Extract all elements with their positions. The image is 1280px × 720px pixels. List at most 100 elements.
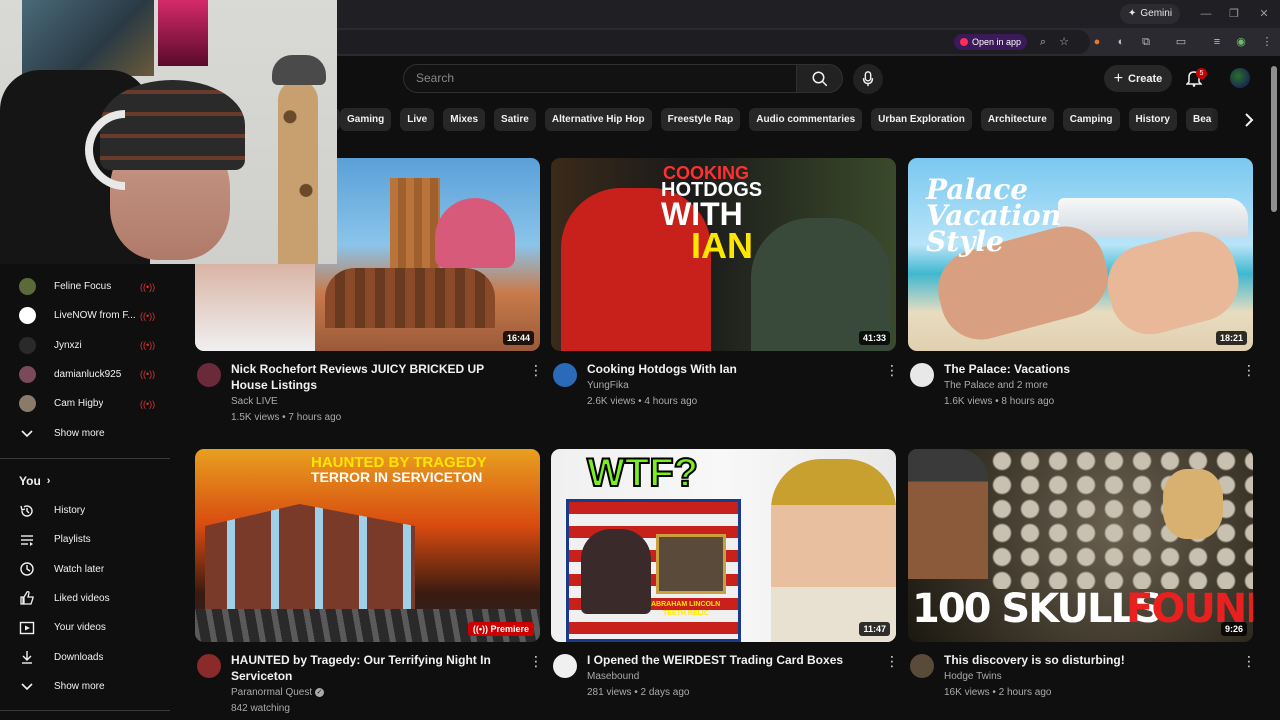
chip-freestyle-rap[interactable]: Freestyle Rap <box>660 108 741 131</box>
channel-name[interactable]: The Palace and 2 more <box>944 379 1048 393</box>
chip-gaming[interactable]: Gaming <box>340 108 392 131</box>
gemini-label: Gemini <box>1140 8 1173 19</box>
channel-name[interactable]: Hodge Twins <box>944 670 1002 684</box>
chip-mixes[interactable]: Mixes <box>443 108 486 131</box>
video-title[interactable]: Nick Rochefort Reviews JUICY BRICKED UP … <box>231 361 521 393</box>
live-icon: ((•)) <box>140 340 156 351</box>
video-title[interactable]: HAUNTED by Tragedy: Our Terrifying Night… <box>231 652 521 684</box>
media-controls-icon[interactable]: ≡ <box>1208 33 1226 51</box>
channel-name[interactable]: Paranormal Quest ✓ <box>231 686 324 700</box>
subscription-name: Feline Focus <box>54 281 112 292</box>
webcam-poster <box>158 0 208 66</box>
bookmark-star-icon[interactable]: ☆ <box>1055 33 1073 51</box>
subscription-name: Cam Higby <box>54 398 104 410</box>
subscription-item[interactable]: Feline Focus ((•)) <box>0 272 170 301</box>
video-stats: 2.6K views • 4 hours ago <box>587 396 698 407</box>
extension-fox-icon[interactable]: ● <box>1088 33 1106 51</box>
video-duration: 16:44 <box>502 331 534 345</box>
video-thumbnail[interactable]: 100 SKULLS FOUND! 9:26 <box>908 449 1253 642</box>
gemini-button[interactable]: ✦ Gemini <box>1120 4 1181 24</box>
sidebar-item-history[interactable]: History <box>0 496 170 525</box>
sidebar-item-your-videos[interactable]: Your videos <box>0 613 170 642</box>
restore-icon[interactable]: ❐ <box>1224 4 1244 24</box>
chip-history[interactable]: History <box>1128 108 1177 131</box>
channel-avatar[interactable] <box>553 363 577 387</box>
show-more-subscriptions[interactable]: Show more <box>0 419 170 448</box>
webcam-overlay <box>0 0 337 264</box>
video-thumbnail[interactable]: WTF? ABRAHAM LINCOLN TEETH RELIC 11:47 <box>551 449 896 642</box>
video-thumbnail[interactable]: HAUNTED BY TRAGEDY TERROR IN SERVICETON … <box>195 449 540 642</box>
thumbnail-teeth <box>656 534 726 594</box>
channel-name[interactable]: YungFika <box>587 379 629 393</box>
chip-urban-exploration[interactable]: Urban Exploration <box>871 108 972 131</box>
thumbnail-text: Style <box>926 225 1004 258</box>
account-avatar[interactable] <box>1230 68 1250 88</box>
browser-menu-icon[interactable]: ⋮ <box>1258 33 1276 51</box>
playlists-icon <box>18 531 36 549</box>
thumbnail-person <box>435 198 515 268</box>
extensions-puzzle-icon[interactable]: ⧉ <box>1137 33 1155 51</box>
close-icon[interactable]: ✕ <box>1254 4 1274 24</box>
thumbnail-text: TEETH RELIC <box>663 610 709 617</box>
channel-avatar[interactable] <box>197 363 221 387</box>
more-options-icon[interactable]: ⋮ <box>885 362 899 378</box>
voice-search-button[interactable] <box>853 64 883 94</box>
thumbnail-text: ABRAHAM LINCOLN <box>651 601 721 608</box>
subscription-item[interactable]: damianluck925 ((•)) <box>0 360 170 389</box>
show-more-you[interactable]: Show more <box>0 672 170 701</box>
chips-next-button[interactable] <box>1238 108 1260 131</box>
open-in-app-button[interactable]: Open in app <box>954 34 1028 50</box>
video-title[interactable]: This discovery is so disturbing! <box>944 652 1234 668</box>
you-section-header[interactable]: You › <box>19 474 50 488</box>
sidebar-item-playlists[interactable]: Playlists <box>0 525 170 554</box>
chip-architecture[interactable]: Architecture <box>980 108 1054 131</box>
subscription-item[interactable]: Jynxzi ((•)) <box>0 331 170 360</box>
watch-later-icon <box>18 560 36 578</box>
video-thumbnail[interactable]: COOKING HOTDOGS WITH IAN 41:33 <box>551 158 896 351</box>
sidebar-divider <box>0 710 170 711</box>
video-duration: 41:33 <box>858 331 890 345</box>
sidebar-item-label: Watch later <box>54 563 105 575</box>
page-scrollbar[interactable] <box>1271 66 1277 212</box>
chip-live[interactable]: Live <box>400 108 435 131</box>
sidebar-item-label: Playlists <box>54 534 91 546</box>
more-options-icon[interactable]: ⋮ <box>1242 362 1256 378</box>
video-thumbnail[interactable]: Palace Vacation Style 18:21 <box>908 158 1253 351</box>
channel-avatar[interactable] <box>553 654 577 678</box>
search-button[interactable] <box>796 64 843 93</box>
more-options-icon[interactable]: ⋮ <box>529 362 543 378</box>
channel-avatar <box>18 336 36 354</box>
video-title[interactable]: I Opened the WEIRDEST Trading Card Boxes <box>587 652 877 668</box>
subscription-item[interactable]: LiveNOW from F... ((•)) <box>0 301 170 330</box>
subscription-item[interactable]: Cam Higby ((•)) <box>0 389 170 418</box>
zoom-icon[interactable]: ⌕ <box>1034 33 1052 51</box>
sidebar-item-downloads[interactable]: Downloads <box>0 643 170 672</box>
create-button[interactable]: + Create <box>1104 65 1172 92</box>
chip-camping[interactable]: Camping <box>1062 108 1120 131</box>
search-input[interactable]: Search <box>403 64 796 93</box>
minimize-icon[interactable]: — <box>1196 4 1216 24</box>
chevron-down-icon <box>18 678 36 696</box>
profile-icon[interactable]: ◉ <box>1232 33 1250 51</box>
video-duration: 18:21 <box>1215 331 1247 345</box>
liked-videos-icon <box>18 589 36 607</box>
chip-audio-commentaries[interactable]: Audio commentaries <box>749 108 863 131</box>
sidebar-item-watch-later[interactable]: Watch later <box>0 555 170 584</box>
video-title[interactable]: The Palace: Vacations <box>944 361 1234 377</box>
channel-name[interactable]: Sack LIVE <box>231 395 278 409</box>
cast-icon[interactable]: ▭ <box>1172 33 1190 51</box>
extension-icon[interactable]: ◐ <box>1112 33 1130 51</box>
channel-avatar[interactable] <box>910 363 934 387</box>
channel-name[interactable]: Masebound <box>587 670 639 684</box>
history-icon <box>18 502 36 520</box>
more-options-icon[interactable]: ⋮ <box>529 653 543 669</box>
more-options-icon[interactable]: ⋮ <box>1242 653 1256 669</box>
channel-avatar[interactable] <box>910 654 934 678</box>
chip-alternative-hip-hop[interactable]: Alternative Hip Hop <box>544 108 652 131</box>
video-title[interactable]: Cooking Hotdogs With Ian <box>587 361 877 377</box>
thumbnail-text: WTF? <box>586 451 699 495</box>
channel-avatar[interactable] <box>197 654 221 678</box>
sidebar-item-liked-videos[interactable]: Liked videos <box>0 584 170 613</box>
chip-satire[interactable]: Satire <box>494 108 536 131</box>
more-options-icon[interactable]: ⋮ <box>885 653 899 669</box>
